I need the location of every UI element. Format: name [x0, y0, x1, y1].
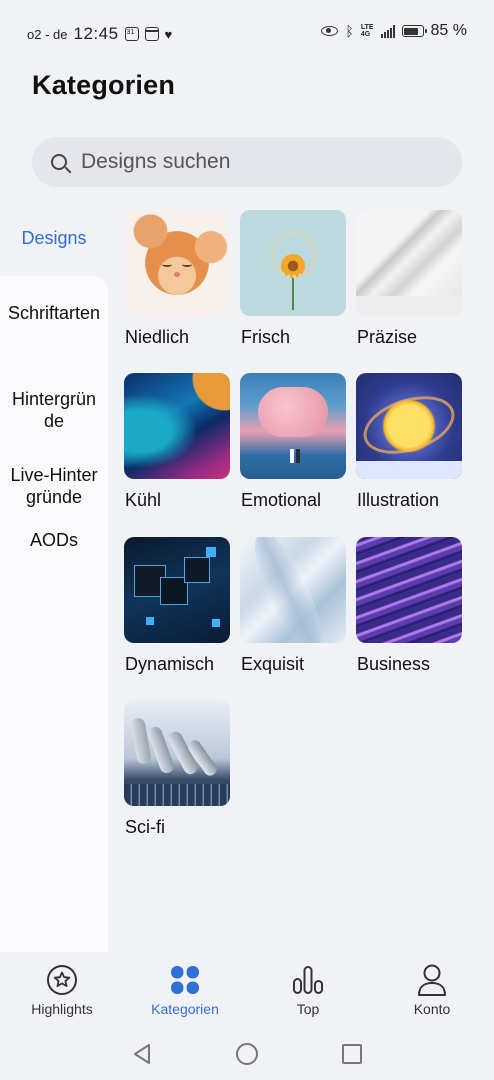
waves-image [356, 537, 462, 643]
category-tile-emotional[interactable]: Emotional [240, 373, 346, 510]
category-tile-illustration[interactable]: Illustration [356, 373, 462, 510]
person-icon [418, 964, 446, 996]
planet-image [356, 373, 462, 479]
category-tile-kuehl[interactable]: Kühl [124, 373, 230, 510]
carrier-label: o2 - de [27, 26, 68, 42]
sidebar-item-label: AODs [29, 530, 78, 550]
sidebar-item-label: Live-Hinter gründe [10, 465, 98, 507]
grid-icon [171, 966, 199, 994]
flower-image [240, 210, 346, 316]
bottom-nav: Highlights Kategorien Top Konto [0, 952, 494, 1022]
feather-image [240, 537, 346, 643]
search-input[interactable]: Designs suchen [32, 137, 462, 187]
category-tile-dynamisch[interactable]: Dynamisch [124, 537, 230, 674]
category-tile-niedlich[interactable]: Niedlich [124, 210, 230, 347]
status-right: ᛒ LTE 4G 85 % [321, 22, 467, 40]
battery-level: 85 % [430, 22, 467, 39]
sidebar-item-label: Designs [21, 227, 87, 248]
category-label: Sci-fi [125, 817, 165, 837]
bar-chart-icon [293, 966, 323, 994]
shadow-image [356, 210, 462, 316]
status-bar: o2 - de 12:45 ♥ ᛒ LTE4G 85 % [0, 0, 494, 66]
system-nav-bar [0, 1030, 494, 1080]
category-label: Illustration [357, 490, 440, 510]
nav-label: Top [296, 1001, 320, 1017]
nav-label: Kategorien [151, 1001, 219, 1017]
battery-icon [401, 25, 427, 37]
gradient-image [124, 373, 230, 479]
category-tile-frisch[interactable]: Frisch [240, 210, 346, 347]
health-icon: ♥ [164, 26, 173, 42]
calendar-icon [124, 27, 139, 41]
lte-icon: LTE 4G [360, 24, 374, 38]
category-tile-business[interactable]: Business [356, 537, 462, 674]
cloud-couple-image [240, 373, 346, 479]
clock: 12:45 [73, 24, 119, 43]
nav-top[interactable]: Top [253, 952, 363, 1017]
nav-label: Highlights [31, 1001, 93, 1017]
sidebar-item-label: Hintergrün de [11, 389, 97, 431]
category-tile-sci-fi[interactable]: Sci-fi [124, 700, 230, 837]
nav-kategorien[interactable]: Kategorien [130, 952, 240, 1017]
nav-label: Konto [413, 1001, 451, 1017]
recents-icon[interactable] [341, 1042, 363, 1066]
kitten-image [124, 210, 230, 316]
star-icon [47, 965, 77, 995]
search-icon [51, 154, 67, 170]
category-label: Emotional [241, 490, 322, 510]
category-tile-exquisit[interactable]: Exquisit [240, 537, 346, 674]
nav-konto[interactable]: Konto [377, 952, 487, 1017]
sidebar-item-schriftarten[interactable]: Schriftarten [0, 302, 108, 324]
category-label: Dynamisch [125, 654, 215, 674]
category-label: Niedlich [125, 327, 190, 347]
search-placeholder: Designs suchen [81, 150, 231, 173]
robot-hand-image [124, 700, 230, 806]
page-title: Kategorien [32, 70, 176, 100]
back-icon[interactable] [131, 1042, 153, 1066]
sidebar-item-aods[interactable]: AODs [0, 529, 108, 551]
bluetooth-icon: ᛒ [345, 23, 354, 39]
signal-icon [380, 24, 395, 38]
sidebar-item-designs[interactable]: Designs [0, 212, 108, 264]
nav-highlights[interactable]: Highlights [7, 952, 117, 1017]
category-tile-praezise[interactable]: Präzise [356, 210, 462, 347]
status-left: o2 - de 12:45 ♥ [27, 24, 172, 44]
sidebar-panel: Schriftarten Hintergrün de Live-Hinter g… [0, 276, 108, 956]
category-label: Präzise [357, 327, 418, 347]
cubes-image [124, 537, 230, 643]
category-label: Exquisit [241, 654, 305, 674]
category-label: Kühl [125, 490, 162, 510]
eye-icon [321, 26, 339, 36]
sidebar-item-hintergruende[interactable]: Hintergrün de [0, 366, 108, 432]
sidebar-item-label: Schriftarten [7, 303, 101, 323]
event-icon [144, 27, 159, 41]
sidebar-item-live-hintergruende[interactable]: Live-Hinter gründe [0, 442, 108, 508]
category-label: Business [357, 654, 431, 674]
home-icon[interactable] [235, 1042, 259, 1066]
category-label: Frisch [241, 327, 290, 347]
